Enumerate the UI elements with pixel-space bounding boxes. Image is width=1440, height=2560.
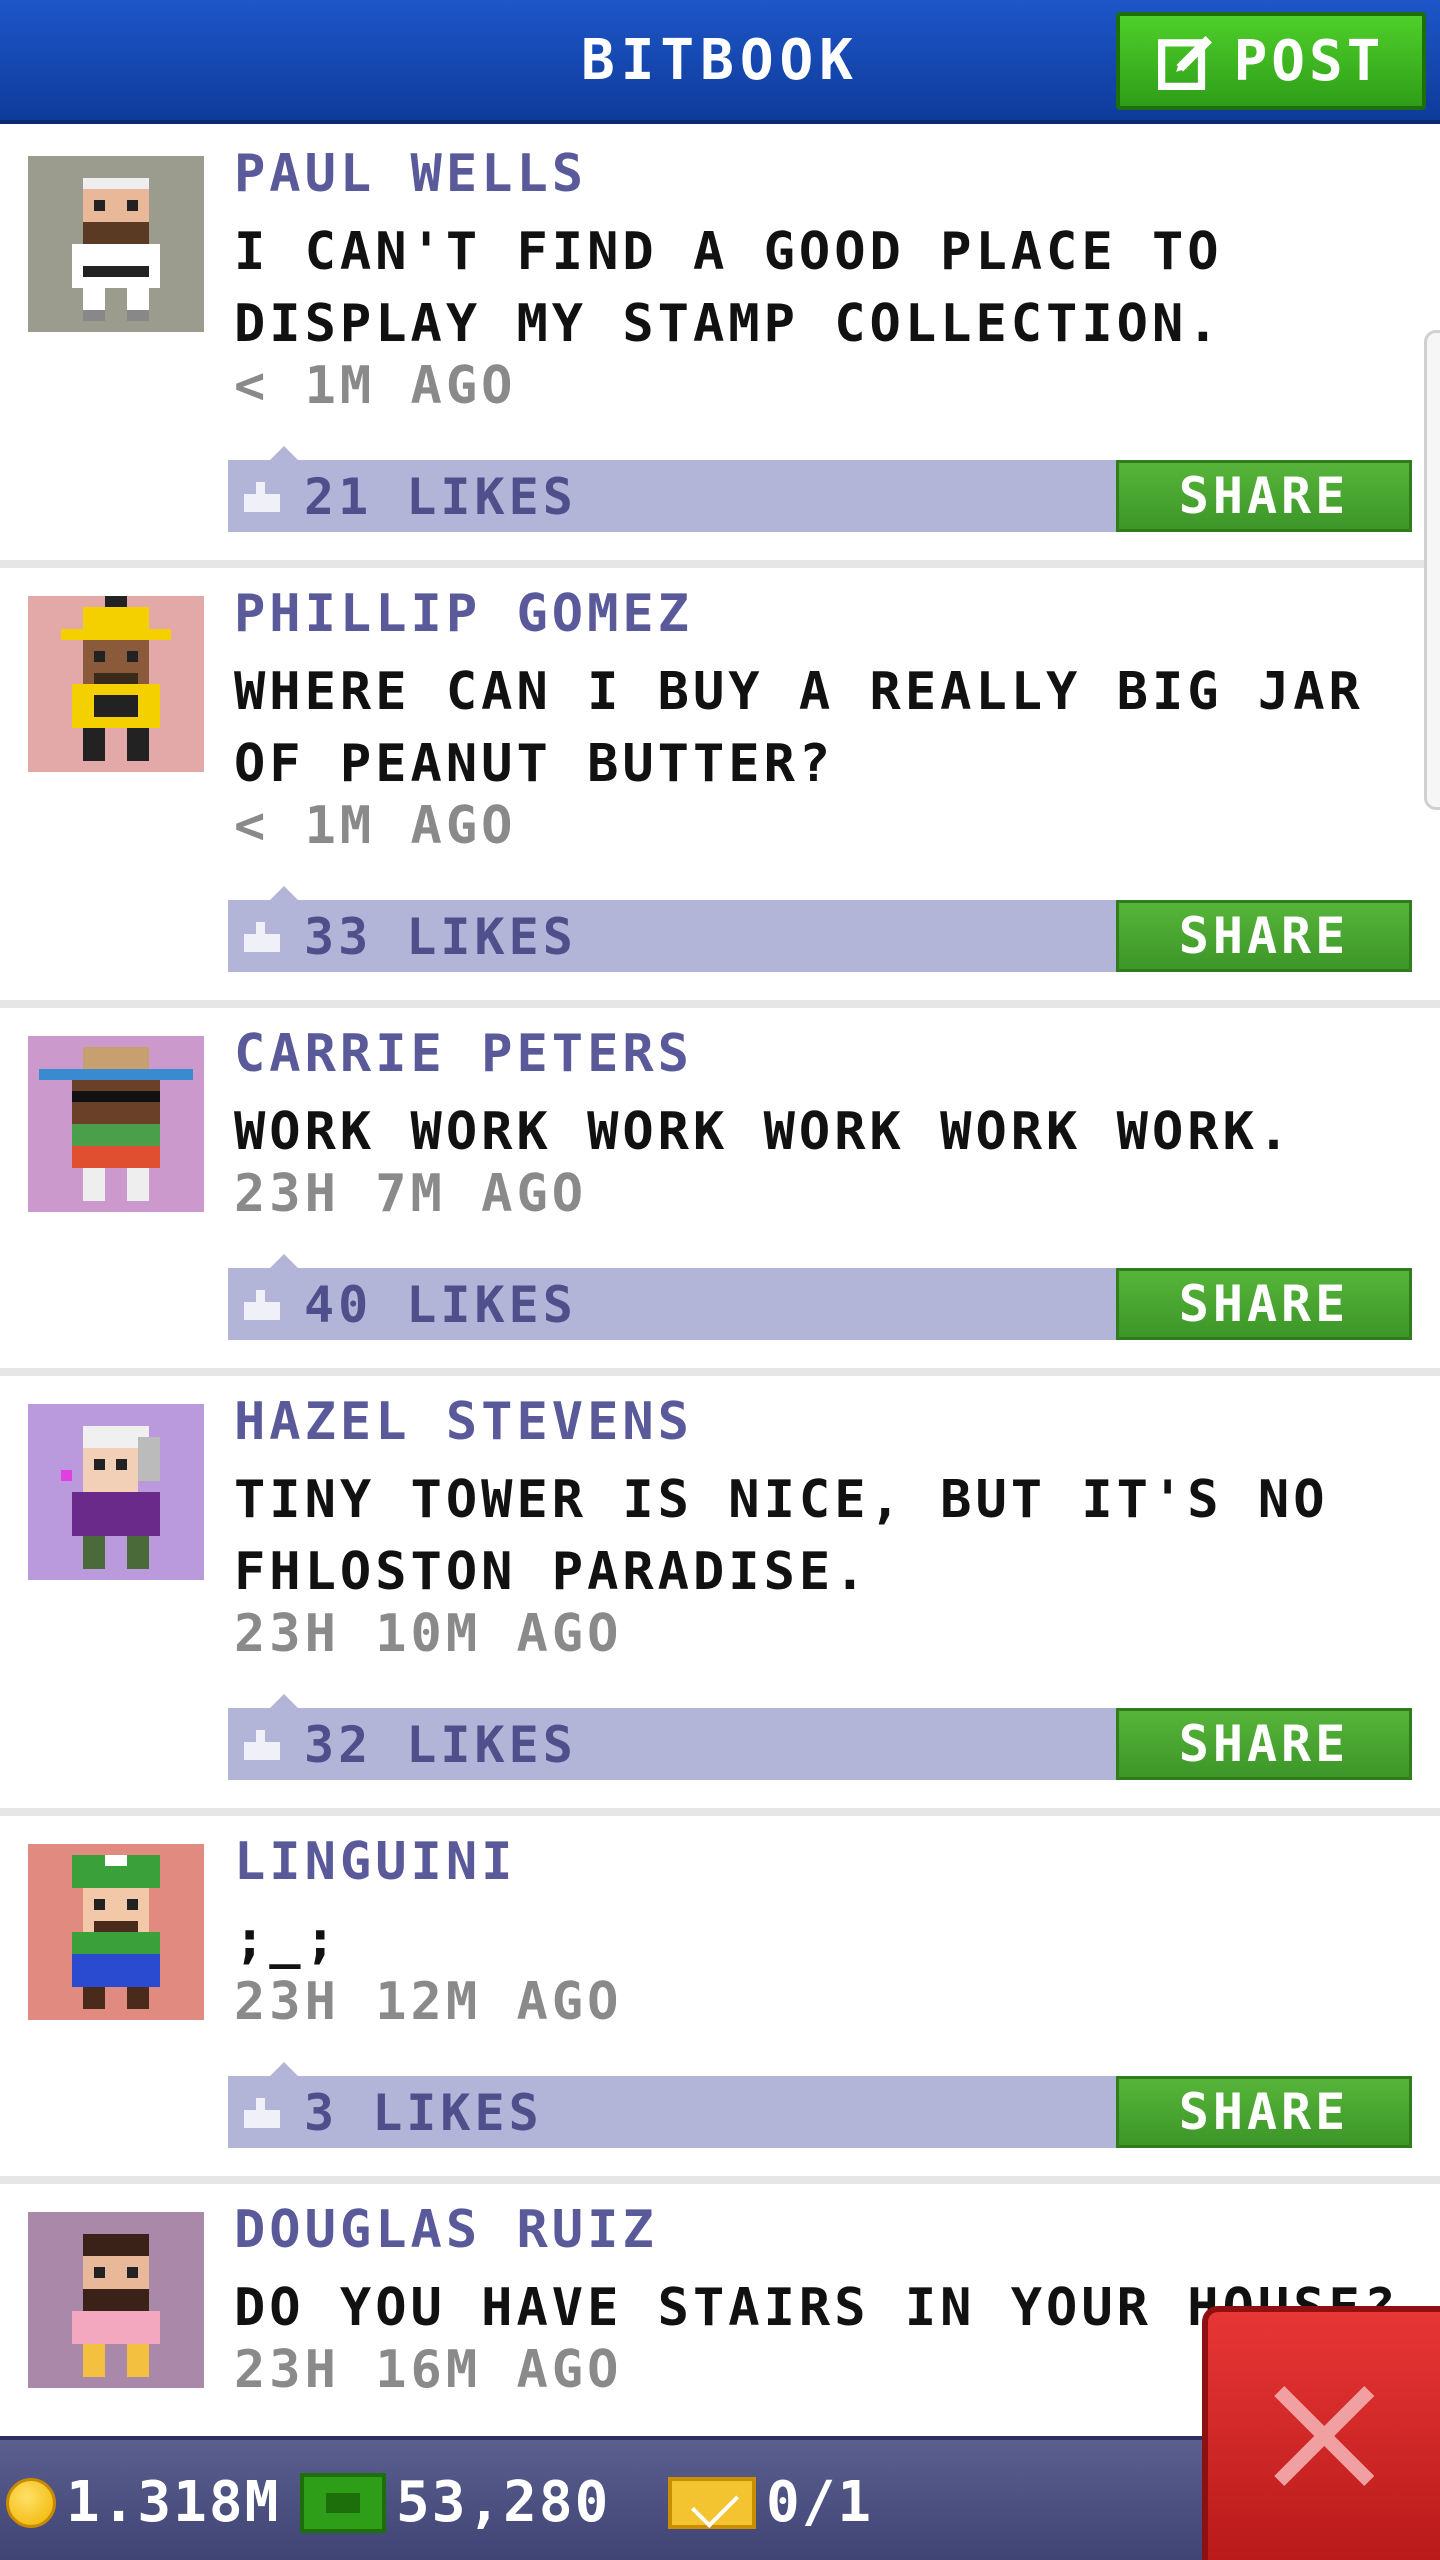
likes-count: 33 LIKES bbox=[304, 908, 577, 966]
coins-counter: 1.318M bbox=[6, 2470, 280, 2535]
post-author: CARRIE PETERS bbox=[234, 1024, 693, 1084]
likes-bar[interactable]: 32 LIKES SHARE bbox=[228, 1694, 1412, 1780]
share-button[interactable]: SHARE bbox=[1116, 460, 1412, 532]
post-time: < 1M AGO bbox=[234, 356, 517, 416]
vip-ticket-icon bbox=[668, 2476, 756, 2529]
bux-counter: 53,280 bbox=[300, 2470, 610, 2535]
feed-post: PHILLIP GOMEZ WHERE CAN I BUY A REALLY B… bbox=[0, 568, 1440, 1008]
post-time: 23H 7M AGO bbox=[234, 1164, 588, 1224]
karate-man-avatar-icon bbox=[72, 178, 160, 321]
post-message: ;_; bbox=[234, 1910, 340, 1970]
scroll-indicator[interactable] bbox=[1424, 330, 1440, 810]
likes-count: 32 LIKES bbox=[304, 1716, 577, 1774]
bearded-man-avatar-icon bbox=[72, 2234, 160, 2377]
share-button[interactable]: SHARE bbox=[1116, 1268, 1412, 1340]
post-button[interactable]: POST bbox=[1116, 12, 1426, 110]
bux-icon bbox=[300, 2472, 386, 2533]
likes-bar[interactable]: 21 LIKES SHARE bbox=[228, 446, 1412, 532]
avatar[interactable] bbox=[28, 156, 204, 332]
vip-counter: 0/1 bbox=[668, 2470, 873, 2535]
post-author: HAZEL STEVENS bbox=[234, 1392, 693, 1452]
likes-bar[interactable]: 33 LIKES SHARE bbox=[228, 886, 1412, 972]
post-author: LINGUINI bbox=[234, 1832, 517, 1892]
post-time: 23H 10M AGO bbox=[234, 1604, 623, 1664]
avatar[interactable] bbox=[28, 1036, 204, 1212]
post-author: DOUGLAS RUIZ bbox=[234, 2200, 658, 2260]
thumbs-up-icon bbox=[244, 1290, 280, 1320]
post-time: 23H 12M AGO bbox=[234, 1972, 623, 2032]
header-bar: BITBOOK POST bbox=[0, 0, 1440, 124]
coin-icon bbox=[6, 2477, 56, 2528]
plumber-avatar-icon bbox=[72, 1855, 160, 2009]
avatar[interactable] bbox=[28, 1844, 204, 2020]
feed-post: CARRIE PETERS WORK WORK WORK WORK WORK W… bbox=[0, 1008, 1440, 1376]
likes-bar[interactable]: 40 LIKES SHARE bbox=[228, 1254, 1412, 1340]
post-message: WHERE CAN I BUY A REALLY BIG JAR OF PEAN… bbox=[234, 662, 1364, 794]
likes-count: 3 LIKES bbox=[304, 2084, 543, 2142]
old-woman-avatar-icon bbox=[61, 1426, 160, 1569]
post-time: < 1M AGO bbox=[234, 796, 517, 856]
post-message: WORK WORK WORK WORK WORK WORK. bbox=[234, 1102, 1294, 1162]
thumbs-up-icon bbox=[244, 922, 280, 952]
bux-value: 53,280 bbox=[396, 2470, 611, 2535]
vip-value: 0/1 bbox=[766, 2470, 874, 2535]
share-button[interactable]: SHARE bbox=[1116, 1708, 1412, 1780]
feed-post: LINGUINI ;_; 23H 12M AGO 3 LIKES SHARE bbox=[0, 1816, 1440, 2184]
share-button[interactable]: SHARE bbox=[1116, 900, 1412, 972]
thumbs-up-icon bbox=[244, 2098, 280, 2128]
close-button[interactable] bbox=[1202, 2306, 1440, 2560]
avatar[interactable] bbox=[28, 1404, 204, 1580]
likes-count: 40 LIKES bbox=[304, 1276, 577, 1334]
post-button-label: POST bbox=[1233, 28, 1385, 94]
likes-bar[interactable]: 3 LIKES SHARE bbox=[228, 2062, 1412, 2148]
feed-post: HAZEL STEVENS TINY TOWER IS NICE, BUT IT… bbox=[0, 1376, 1440, 1816]
compose-icon bbox=[1157, 36, 1212, 90]
post-message: I CAN'T FIND A GOOD PLACE TO DISPLAY MY … bbox=[234, 222, 1223, 354]
post-time: 23H 16M AGO bbox=[234, 2340, 623, 2400]
feed: PAUL WELLS I CAN'T FIND A GOOD PLACE TO … bbox=[0, 128, 1440, 2560]
close-icon bbox=[1274, 2386, 1374, 2486]
post-author: PAUL WELLS bbox=[234, 144, 588, 204]
likes-count: 21 LIKES bbox=[304, 468, 577, 526]
sunglasses-woman-avatar-icon bbox=[39, 1047, 193, 1201]
post-message: TINY TOWER IS NICE, BUT IT'S NO FHLOSTON… bbox=[234, 1470, 1329, 1602]
coins-value: 1.318M bbox=[66, 2470, 281, 2535]
thumbs-up-icon bbox=[244, 1730, 280, 1760]
avatar[interactable] bbox=[28, 2212, 204, 2388]
sombrero-man-avatar-icon bbox=[61, 596, 171, 761]
avatar[interactable] bbox=[28, 596, 204, 772]
post-author: PHILLIP GOMEZ bbox=[234, 584, 693, 644]
feed-post: PAUL WELLS I CAN'T FIND A GOOD PLACE TO … bbox=[0, 128, 1440, 568]
share-button[interactable]: SHARE bbox=[1116, 2076, 1412, 2148]
thumbs-up-icon bbox=[244, 482, 280, 512]
